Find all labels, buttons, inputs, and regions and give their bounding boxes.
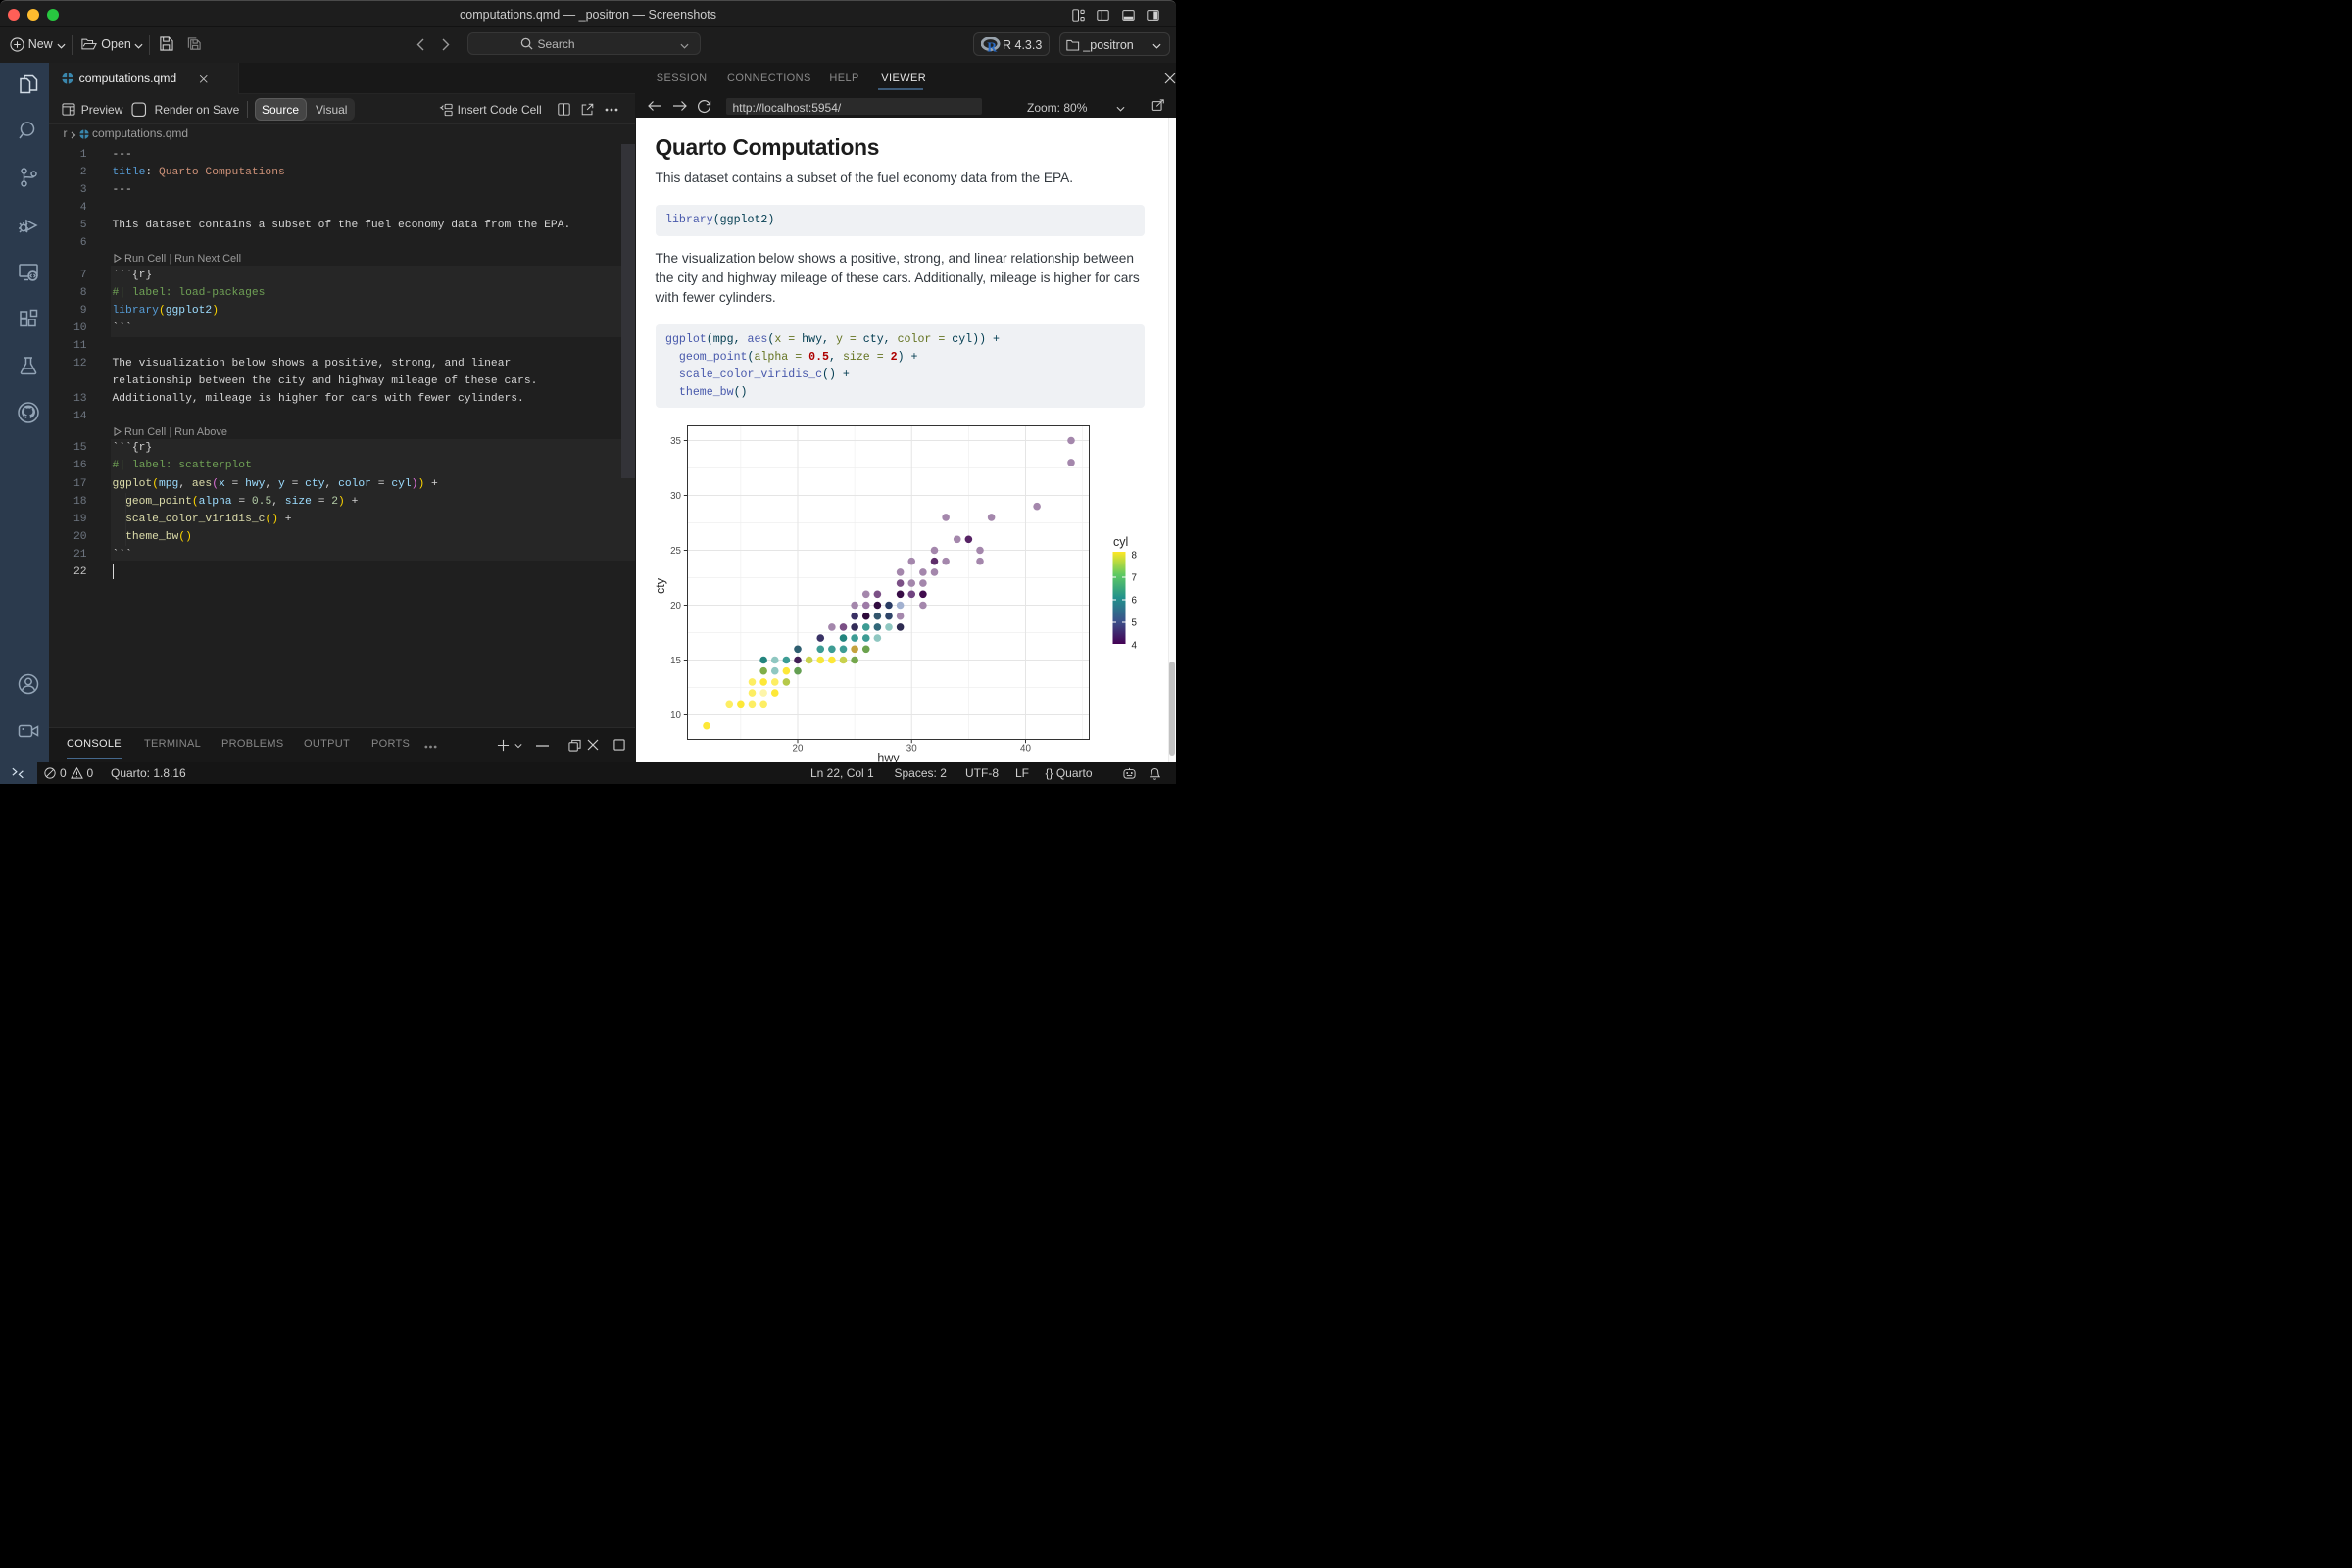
svg-text:30: 30 <box>906 744 917 755</box>
svg-text:15: 15 <box>670 656 681 666</box>
svg-text:20: 20 <box>793 744 804 755</box>
svg-text:6: 6 <box>1132 595 1138 606</box>
svg-text:cyl: cyl <box>1113 535 1128 549</box>
svg-text:hwy: hwy <box>877 752 900 763</box>
svg-text:35: 35 <box>670 436 681 447</box>
svg-text:7: 7 <box>1132 572 1137 583</box>
svg-text:4: 4 <box>1132 640 1138 651</box>
svg-text:10: 10 <box>670 710 681 721</box>
svg-text:40: 40 <box>1020 744 1031 755</box>
svg-text:8: 8 <box>1132 550 1138 561</box>
svg-text:5: 5 <box>1132 617 1138 628</box>
svg-text:20: 20 <box>670 601 681 612</box>
svg-text:25: 25 <box>670 546 681 557</box>
svg-text:R: R <box>987 39 997 52</box>
svg-text:cty: cty <box>654 577 667 594</box>
svg-text:30: 30 <box>670 491 681 502</box>
